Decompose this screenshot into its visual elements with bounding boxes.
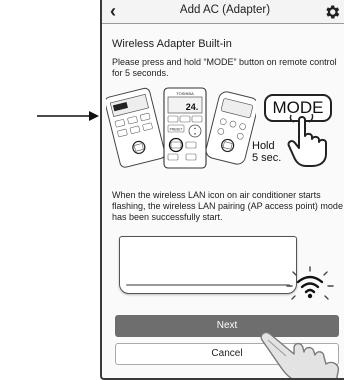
- tap-hand-icon: [260, 331, 340, 378]
- pressing-hand-icon: [287, 114, 327, 167]
- svg-text:▲: ▲: [194, 126, 197, 130]
- air-conditioner-illustration: [119, 236, 297, 294]
- wifi-flashing-icon: [286, 266, 334, 300]
- phone-screen: ‹ Add AC (Adapter) Wireless Adapter Buil…: [100, 0, 344, 380]
- ac-vent: [126, 284, 290, 286]
- gear-icon[interactable]: [323, 3, 341, 21]
- navigation-bar: ‹ Add AC (Adapter): [102, 0, 344, 24]
- pairing-note-text: When the wireless LAN icon on air condit…: [112, 190, 343, 222]
- hold-label-line2: 5 sec.: [252, 152, 282, 164]
- hold-duration-label: Hold 5 sec.: [252, 140, 281, 164]
- remote-brand-label: TOSHIBA: [176, 91, 194, 96]
- pointer-arrow-icon: [37, 111, 99, 121]
- page-title: Add AC (Adapter): [179, 4, 271, 16]
- remote-controls-illustration: TOSHIBA 24. PRESET ▲ ▼: [106, 87, 256, 169]
- instruction-text: Please press and hold “MODE” button on r…: [112, 57, 337, 78]
- hold-label-line1: Hold: [252, 140, 275, 152]
- remote-display-value: 24.: [186, 102, 199, 112]
- section-title: Wireless Adapter Built-in: [112, 38, 232, 50]
- remote-preset-label: PRESET: [170, 128, 183, 132]
- svg-text:▼: ▼: [194, 132, 197, 136]
